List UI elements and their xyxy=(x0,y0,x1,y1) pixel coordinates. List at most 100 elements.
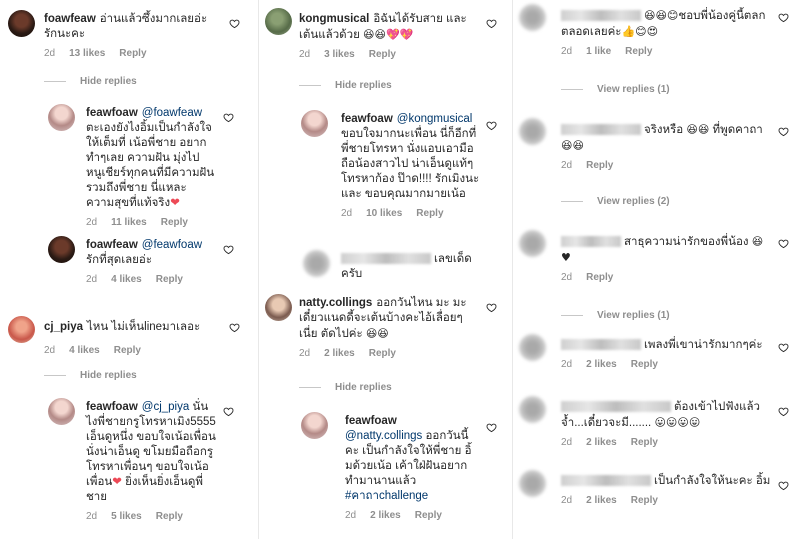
reply-button[interactable]: Reply xyxy=(161,217,188,228)
comment-meta: 2d 4 likes Reply xyxy=(44,343,219,358)
heart-icon[interactable] xyxy=(222,406,234,418)
timestamp[interactable]: 2d xyxy=(299,49,310,60)
heart-icon[interactable] xyxy=(485,422,497,434)
hide-replies-toggle[interactable]: Hide replies xyxy=(299,80,392,91)
timestamp[interactable]: 2d xyxy=(86,217,97,228)
reply-button[interactable]: Reply xyxy=(114,345,141,356)
username[interactable]: foawfeaw xyxy=(44,13,96,25)
heart-icon[interactable] xyxy=(777,480,789,492)
timestamp[interactable]: 2d xyxy=(561,46,572,57)
view-replies-toggle[interactable]: View replies (1) xyxy=(561,84,670,95)
like-count[interactable]: 4 likes xyxy=(111,274,142,285)
heart-icon[interactable] xyxy=(228,322,240,334)
like-count[interactable]: 5 likes xyxy=(111,511,142,522)
heart-icon[interactable] xyxy=(222,112,234,124)
reply-button[interactable]: Reply xyxy=(415,510,442,521)
reply-button[interactable]: Reply xyxy=(119,48,146,59)
reply-button[interactable]: Reply xyxy=(156,511,183,522)
like-count[interactable]: 11 likes xyxy=(111,217,147,228)
heart-icon[interactable] xyxy=(222,244,234,256)
comment: สาธุความน่ารักของพี่น้อง 😆♥ 2d Reply xyxy=(561,234,771,285)
like-count[interactable]: 2 likes xyxy=(586,437,617,448)
avatar[interactable] xyxy=(519,118,546,145)
mention-link[interactable]: @feawfoaw xyxy=(142,239,202,251)
mention-link[interactable]: @foawfeaw xyxy=(142,107,202,119)
avatar[interactable] xyxy=(303,250,330,277)
timestamp[interactable]: 2d xyxy=(561,272,572,283)
avatar[interactable] xyxy=(48,398,75,425)
timestamp[interactable]: 2d xyxy=(299,348,310,359)
like-count[interactable]: 2 likes xyxy=(586,495,617,506)
heart-icon[interactable] xyxy=(777,342,789,354)
avatar[interactable] xyxy=(265,8,292,35)
timestamp[interactable]: 2d xyxy=(561,160,572,171)
timestamp[interactable]: 2d xyxy=(345,510,356,521)
timestamp[interactable]: 2d xyxy=(86,274,97,285)
reply-button[interactable]: Reply xyxy=(586,160,613,171)
avatar[interactable] xyxy=(48,104,75,131)
heart-icon[interactable] xyxy=(777,406,789,418)
heart-icon[interactable] xyxy=(777,238,789,250)
like-count[interactable]: 2 likes xyxy=(370,510,401,521)
view-replies-toggle[interactable]: View replies (2) xyxy=(561,196,670,207)
avatar[interactable] xyxy=(519,230,546,257)
like-count[interactable]: 3 likes xyxy=(324,49,355,60)
like-count[interactable]: 4 likes xyxy=(69,345,100,356)
avatar[interactable] xyxy=(519,334,546,361)
hide-replies-toggle[interactable]: Hide replies xyxy=(44,76,137,87)
username[interactable]: cj_piya xyxy=(44,321,83,333)
heart-icon[interactable] xyxy=(777,126,789,138)
heart-icon[interactable] xyxy=(777,12,789,24)
avatar[interactable] xyxy=(48,236,75,263)
reply-button[interactable]: Reply xyxy=(416,208,443,219)
mention-link[interactable]: @natty.collings xyxy=(345,430,422,442)
view-replies-toggle[interactable]: View replies (1) xyxy=(561,310,670,321)
username[interactable]: kongmusical xyxy=(299,13,369,25)
hide-replies-toggle[interactable]: Hide replies xyxy=(299,382,392,393)
reply-button[interactable]: Reply xyxy=(631,495,658,506)
avatar[interactable] xyxy=(8,316,35,343)
reply-button[interactable]: Reply xyxy=(631,437,658,448)
username[interactable]: natty.collings xyxy=(299,297,372,309)
avatar[interactable] xyxy=(519,4,546,31)
reply-button[interactable]: Reply xyxy=(369,348,396,359)
username[interactable]: foawfeaw xyxy=(86,239,138,251)
reply-button[interactable]: Reply xyxy=(156,274,183,285)
heart-icon[interactable] xyxy=(485,120,497,132)
timestamp[interactable]: 2d xyxy=(561,359,572,370)
heart-icon[interactable] xyxy=(485,18,497,30)
avatar[interactable] xyxy=(519,396,546,423)
timestamp[interactable]: 2d xyxy=(341,208,352,219)
mention-link[interactable]: @kongmusical xyxy=(397,113,473,125)
hashtag-link[interactable]: #คาถาchallenge xyxy=(345,490,428,502)
reply-button[interactable]: Reply xyxy=(631,359,658,370)
avatar[interactable] xyxy=(8,10,35,37)
timestamp[interactable]: 2d xyxy=(561,437,572,448)
comments-column-1: foawfeaw อ่านแล้วซึ้งมากเลยอ่ะ รักนะคะ 2d… xyxy=(0,0,256,539)
username[interactable]: feawfoaw xyxy=(345,415,397,427)
like-count[interactable]: 2 likes xyxy=(586,359,617,370)
username[interactable]: feawfoaw xyxy=(341,113,393,125)
reply-button[interactable]: Reply xyxy=(586,272,613,283)
timestamp[interactable]: 2d xyxy=(44,345,55,356)
comment-meta: 2d 5 likes Reply xyxy=(86,509,218,524)
timestamp[interactable]: 2d xyxy=(44,48,55,59)
timestamp[interactable]: 2d xyxy=(86,511,97,522)
like-count[interactable]: 10 likes xyxy=(366,208,402,219)
like-count[interactable]: 2 likes xyxy=(324,348,355,359)
heart-icon[interactable] xyxy=(228,18,240,30)
reply-button[interactable]: Reply xyxy=(625,46,652,57)
username[interactable]: feawfoaw xyxy=(86,107,138,119)
username[interactable]: feawfoaw xyxy=(86,401,138,413)
timestamp[interactable]: 2d xyxy=(561,495,572,506)
like-count[interactable]: 1 like xyxy=(586,46,611,57)
avatar[interactable] xyxy=(301,412,328,439)
like-count[interactable]: 13 likes xyxy=(69,48,105,59)
avatar[interactable] xyxy=(265,294,292,321)
hide-replies-toggle[interactable]: Hide replies xyxy=(44,370,137,381)
avatar[interactable] xyxy=(301,110,328,137)
mention-link[interactable]: @cj_piya xyxy=(142,401,189,413)
heart-icon[interactable] xyxy=(485,302,497,314)
avatar[interactable] xyxy=(519,470,546,497)
reply-button[interactable]: Reply xyxy=(369,49,396,60)
